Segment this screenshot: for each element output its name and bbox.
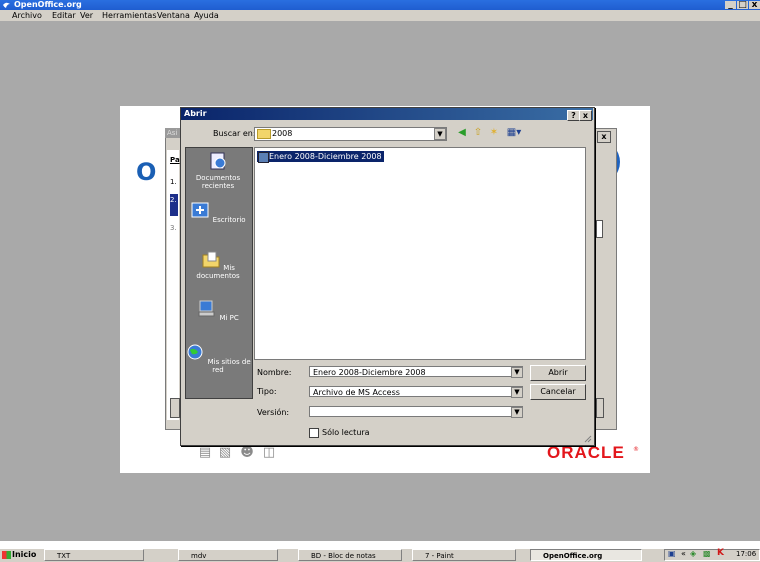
place-network[interactable]: Mis sitios de red [185,344,251,374]
place-network-label: Mis sitios de red [207,358,251,374]
assistant-steps-panel [167,150,179,420]
assistant-button-right[interactable] [596,398,604,418]
menu-herramientas[interactable]: Herramientas [102,10,157,21]
my-computer-icon [198,300,215,317]
place-my-computer-label: Mi PC [219,314,239,322]
readonly-checkbox[interactable] [309,428,319,438]
task-openoffice[interactable]: OpenOffice.org [530,549,642,561]
dialog-close-button[interactable]: x [579,110,592,121]
name-dropdown-arrow-icon[interactable]: ▼ [511,367,523,378]
readonly-label: Sólo lectura [322,428,370,437]
type-dropdown-arrow-icon[interactable]: ▼ [511,387,523,398]
up-folder-icon[interactable]: ⇧ [472,127,484,139]
access-file-icon [258,152,269,163]
oracle-logo: ORACLE [547,443,625,462]
document-template-icon[interactable]: ▤ [198,446,212,460]
assistant-title: Asi [165,128,181,138]
back-icon[interactable]: ◀ [456,127,468,139]
task-paint[interactable]: 7 - Paint [412,549,516,561]
maximize-button[interactable]: □ [737,1,748,10]
my-documents-icon [202,251,220,268]
minimize-button[interactable]: _ [725,1,736,10]
tray-app-icon[interactable]: ▣ [668,549,676,558]
task-txt[interactable]: TXT [44,549,144,561]
view-menu-icon[interactable]: ▦▾ [504,127,524,139]
folder-icon [257,129,271,139]
dialog-title: Abrir [184,109,207,118]
new-folder-icon[interactable]: ✶ [488,127,500,139]
info-icon[interactable]: ◫ [262,446,276,460]
place-my-computer[interactable]: Mi PC [185,300,251,322]
oracle-registered-mark: ® [633,446,639,453]
assistant-scrollbar[interactable] [596,220,603,238]
extensions-icon[interactable]: ▧ [218,446,232,460]
menu-ventana[interactable]: Ventana [157,10,190,21]
openoffice-icon [3,2,10,8]
place-desktop-label: Escritorio [212,216,246,224]
type-select[interactable]: Archivo de MS Access [309,386,523,397]
app-title: OpenOffice.org [14,0,82,9]
place-desktop[interactable]: Escritorio [185,202,251,224]
tray-k-icon[interactable]: K [717,548,724,558]
user-icon[interactable]: ☻ [240,446,254,460]
version-dropdown-arrow-icon[interactable]: ▼ [511,407,523,418]
recent-documents-icon [210,152,226,170]
cancel-button[interactable]: Cancelar [530,384,586,400]
file-list[interactable] [254,147,586,360]
menu-ayuda[interactable]: Ayuda [194,10,219,21]
dialog-titlebar[interactable] [181,108,593,120]
app-titlebar[interactable] [0,0,760,10]
menu-archivo[interactable]: Archivo [12,10,42,21]
look-in-label: Buscar en: [213,129,256,138]
tray-network-icon[interactable]: ◈ [690,549,696,558]
place-my-documents[interactable]: Mis documentos [185,250,251,280]
look-in-value: 2008 [272,129,293,138]
version-select[interactable] [309,406,523,417]
clock: 17:06 [736,550,757,558]
chevron-down-icon[interactable]: ▼ [434,128,446,140]
open-button[interactable]: Abrir [530,365,586,381]
version-label: Versión: [257,408,290,417]
openoffice-logo: O [136,158,157,186]
network-places-icon [187,344,203,360]
name-label: Nombre: [257,368,292,377]
assistant-button-left[interactable] [170,398,180,418]
task-notepad[interactable]: BD - Bloc de notas [298,549,402,561]
assistant-steps-title: Pa [170,156,180,164]
type-label: Tipo: [257,387,277,396]
place-recent-label: Documentos recientes [195,174,241,190]
close-button[interactable]: x [749,1,760,10]
name-field[interactable]: Enero 2008-Diciembre 2008 [309,366,523,377]
task-mdv[interactable]: mdv [178,549,278,561]
assistant-step-1[interactable]: 1. [170,178,177,186]
menu-ver[interactable]: Ver [80,10,93,21]
assistant-step-3[interactable]: 3. [170,224,177,232]
tray-chevron-icon[interactable]: « [681,549,686,558]
file-item-selected[interactable]: Enero 2008-Diciembre 2008 [257,151,384,162]
assistant-close-button[interactable]: x [597,131,611,143]
resize-grip-icon[interactable] [584,435,592,443]
start-button[interactable]: Inicio [0,549,42,561]
desktop-icon [191,202,209,218]
menu-editar[interactable]: Editar [52,10,76,21]
place-recent[interactable]: Documentos recientes [185,152,251,190]
assistant-step-2[interactable]: 2. [170,196,177,204]
tray-monitor-icon[interactable]: ▩ [703,549,711,558]
